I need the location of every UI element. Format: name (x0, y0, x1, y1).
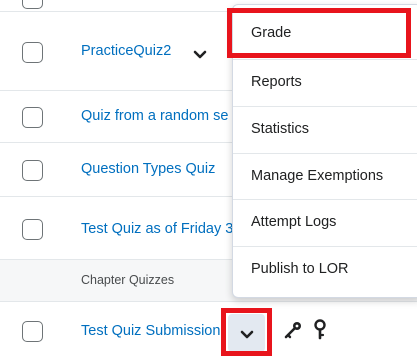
menu-item-label: Reports (251, 74, 302, 90)
key-small-icon[interactable] (313, 319, 327, 341)
menu-item-manage-exemptions[interactable]: Manage Exemptions (233, 153, 417, 200)
menu-item-label: Manage Exemptions (251, 168, 384, 184)
menu-item-label: Statistics (251, 121, 310, 137)
row-checkbox[interactable] (22, 160, 43, 181)
menu-item-publish-to-lor[interactable]: Publish to LOR (233, 246, 417, 293)
quiz-link[interactable]: Test Quiz Submission (81, 323, 220, 339)
section-label: Chapter Quizzes (81, 273, 175, 287)
list-item: Test Quiz Submission (0, 302, 417, 356)
menu-item-attempt-logs[interactable]: Attempt Logs (233, 199, 417, 246)
menu-item-statistics[interactable]: Statistics (233, 106, 417, 153)
row-checkbox[interactable] (22, 42, 43, 63)
row-checkbox[interactable] (22, 321, 43, 342)
quiz-link[interactable]: Quiz from a random se (81, 108, 228, 124)
menu-item-label: Publish to LOR (251, 261, 349, 277)
highlight-box-chevron (221, 308, 272, 356)
quiz-link[interactable]: PracticeQuiz2 (81, 43, 171, 59)
quiz-link[interactable]: Question Types Quiz (81, 161, 215, 177)
row-checkbox[interactable] (22, 107, 43, 128)
quiz-list-page: PracticeQuiz2 Quiz from a random se Ques… (0, 0, 417, 356)
menu-item-label: Attempt Logs (251, 214, 337, 230)
chevron-down-icon[interactable] (193, 50, 207, 59)
menu-item-reports[interactable]: Reports (233, 59, 417, 106)
quiz-link[interactable]: Test Quiz as of Friday 3 (81, 221, 233, 237)
key-icon[interactable] (283, 320, 303, 340)
highlight-box-grade (227, 8, 411, 58)
row-checkbox[interactable] (22, 0, 43, 9)
row-checkbox[interactable] (22, 219, 43, 240)
